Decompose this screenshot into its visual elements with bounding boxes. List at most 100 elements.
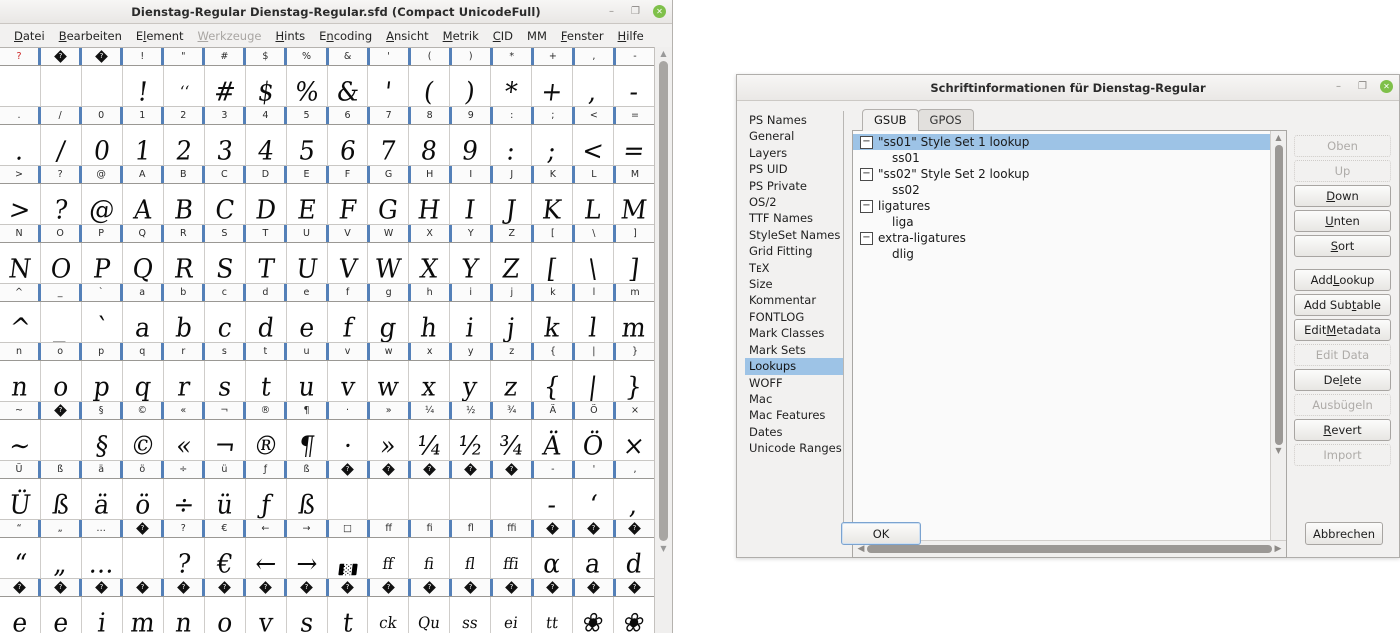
glyph-cell[interactable]: ; xyxy=(531,125,573,165)
glyph-cell[interactable]: 6 xyxy=(326,125,368,165)
glyph-cell[interactable]: h xyxy=(408,302,450,342)
glyph-cell[interactable]: N xyxy=(0,243,40,283)
glyph-cell[interactable]: k xyxy=(531,302,573,342)
glyph-cell[interactable]: → xyxy=(285,538,327,578)
down-button[interactable]: Down xyxy=(1294,185,1391,207)
glyph-cell[interactable]: Ä xyxy=(531,420,573,460)
sidebar-item-dates[interactable]: Dates xyxy=(745,424,843,440)
glyph-cell[interactable]: $ xyxy=(244,66,286,106)
glyph-cell[interactable]: f xyxy=(326,302,368,342)
glyph-cell[interactable]: Q xyxy=(121,243,163,283)
unten-button[interactable]: Unten xyxy=(1294,210,1391,232)
lookup-row[interactable]: − "ss01" Style Set 1 lookup xyxy=(853,134,1270,150)
glyph-cell[interactable]: o xyxy=(39,361,81,401)
dialog-close-icon[interactable]: ✕ xyxy=(1380,80,1393,93)
glyph-cell[interactable]: - xyxy=(531,479,573,519)
tab-gsub[interactable]: GSUB xyxy=(862,109,919,131)
glyph-cell[interactable]: ö xyxy=(121,479,163,519)
glyph-cell[interactable]: . xyxy=(0,125,40,165)
glyph-cell[interactable]: 9 xyxy=(449,125,491,165)
glyph-cell[interactable]: × xyxy=(613,420,654,460)
glyph-cell[interactable]: 7 xyxy=(367,125,409,165)
sidebar-item-os-2[interactable]: OS/2 xyxy=(745,194,843,210)
cancel-button[interactable]: Abbrechen xyxy=(1305,522,1383,545)
glyph-cell[interactable]: n xyxy=(162,597,204,633)
glyph-cell[interactable]: K xyxy=(531,184,573,224)
glyph-cell[interactable]: w xyxy=(367,361,409,401)
glyph-cell[interactable]: Ö xyxy=(572,420,614,460)
glyph-cell[interactable]: Z xyxy=(490,243,532,283)
glyph-cell[interactable]: u xyxy=(285,361,327,401)
menu-item-fenster[interactable]: Fenster xyxy=(554,27,611,45)
glyph-cell[interactable] xyxy=(0,66,40,106)
glyph-cell[interactable]: … xyxy=(80,538,122,578)
glyph-cell[interactable]: < xyxy=(572,125,614,165)
menu-item-metrik[interactable]: Metrik xyxy=(436,27,486,45)
sidebar-item-general[interactable]: General xyxy=(745,128,843,144)
glyph-cell[interactable]: , xyxy=(572,66,614,106)
sidebar-item-mark-classes[interactable]: Mark Classes xyxy=(745,325,843,341)
tree-scroll-up-icon[interactable]: ▲ xyxy=(1275,133,1281,144)
glyph-cell[interactable]: ÷ xyxy=(162,479,204,519)
glyph-cell[interactable]: 4 xyxy=(244,125,286,165)
lookup-row[interactable]: − extra-ligatures xyxy=(853,230,1270,246)
tree-vertical-scrollbar[interactable]: ▲ ▼ xyxy=(1270,131,1286,540)
glyph-cell[interactable] xyxy=(80,66,122,106)
menu-item-hilfe[interactable]: Hilfe xyxy=(611,27,651,45)
glyph-cell[interactable]: { xyxy=(531,361,573,401)
collapse-icon[interactable]: − xyxy=(860,199,873,213)
close-icon[interactable]: ✕ xyxy=(653,5,666,18)
glyph-cell[interactable]: Qu xyxy=(408,597,450,633)
lookup-tabs[interactable]: GSUB GPOS xyxy=(852,109,1287,131)
glyph-cell[interactable]: y xyxy=(449,361,491,401)
glyph-cell[interactable]: x xyxy=(408,361,450,401)
glyph-cell[interactable]: = xyxy=(613,125,654,165)
glyph-cell[interactable]: c xyxy=(203,302,245,342)
glyph-cell[interactable]: B xyxy=(162,184,204,224)
glyph-cell[interactable]: s xyxy=(203,361,245,401)
glyph-cell[interactable] xyxy=(39,420,81,460)
menu-item-encoding[interactable]: Encoding xyxy=(312,27,379,45)
glyph-cell[interactable]: i xyxy=(449,302,491,342)
glyph-cell[interactable]: \ xyxy=(572,243,614,283)
scroll-up-icon[interactable]: ▲ xyxy=(660,47,666,60)
glyph-cell[interactable]: d xyxy=(613,538,654,578)
glyph-cell[interactable]: ← xyxy=(244,538,286,578)
sidebar-item-grid-fitting[interactable]: Grid Fitting xyxy=(745,243,843,259)
glyph-cell[interactable]: ❀ xyxy=(572,597,614,633)
glyph-cell[interactable]: P xyxy=(80,243,122,283)
glyph-cell[interactable]: t xyxy=(326,597,368,633)
glyph-cell[interactable]: W xyxy=(367,243,409,283)
glyph-cell[interactable]: ( xyxy=(408,66,450,106)
glyph-cell[interactable]: t xyxy=(244,361,286,401)
glyph-cell[interactable]: 5 xyxy=(285,125,327,165)
menu-item-cid[interactable]: CID xyxy=(486,27,520,45)
glyph-cell[interactable]: ½ xyxy=(449,420,491,460)
glyph-cell[interactable]: « xyxy=(162,420,204,460)
glyph-cell[interactable]: 3 xyxy=(203,125,245,165)
glyph-cell[interactable]: ¾ xyxy=(490,420,532,460)
glyph-cell[interactable]: % xyxy=(285,66,327,106)
glyph-cell[interactable]: α xyxy=(531,538,573,578)
glyph-cell[interactable]: & xyxy=(326,66,368,106)
sidebar-item-lookups[interactable]: Lookups xyxy=(745,358,843,375)
glyph-cell[interactable]: E xyxy=(285,184,327,224)
add-lookup-button[interactable]: Add Lookup xyxy=(1294,269,1391,291)
glyph-cell[interactable]: } xyxy=(613,361,654,401)
glyph-cell[interactable]: X xyxy=(408,243,450,283)
glyph-cell[interactable]: j xyxy=(490,302,532,342)
glyph-cell[interactable]: [ xyxy=(531,243,573,283)
glyph-cell[interactable]: fi xyxy=(408,538,450,578)
glyph-cell[interactable]: s xyxy=(285,597,327,633)
menu-item-hints[interactable]: Hints xyxy=(268,27,312,45)
glyph-cell[interactable]: ‘ xyxy=(572,479,614,519)
glyph-cell[interactable]: A xyxy=(121,184,163,224)
glyph-cell[interactable]: n xyxy=(0,361,40,401)
glyph-cell[interactable]: e xyxy=(39,597,81,633)
glyph-cell[interactable]: : xyxy=(490,125,532,165)
glyph-cell[interactable]: z xyxy=(490,361,532,401)
glyph-cell[interactable]: ~ xyxy=(0,420,40,460)
glyph-cell[interactable]: © xyxy=(121,420,163,460)
glyph-cell[interactable]: e xyxy=(0,597,40,633)
lookup-subtable-row[interactable]: liga xyxy=(853,214,1270,230)
